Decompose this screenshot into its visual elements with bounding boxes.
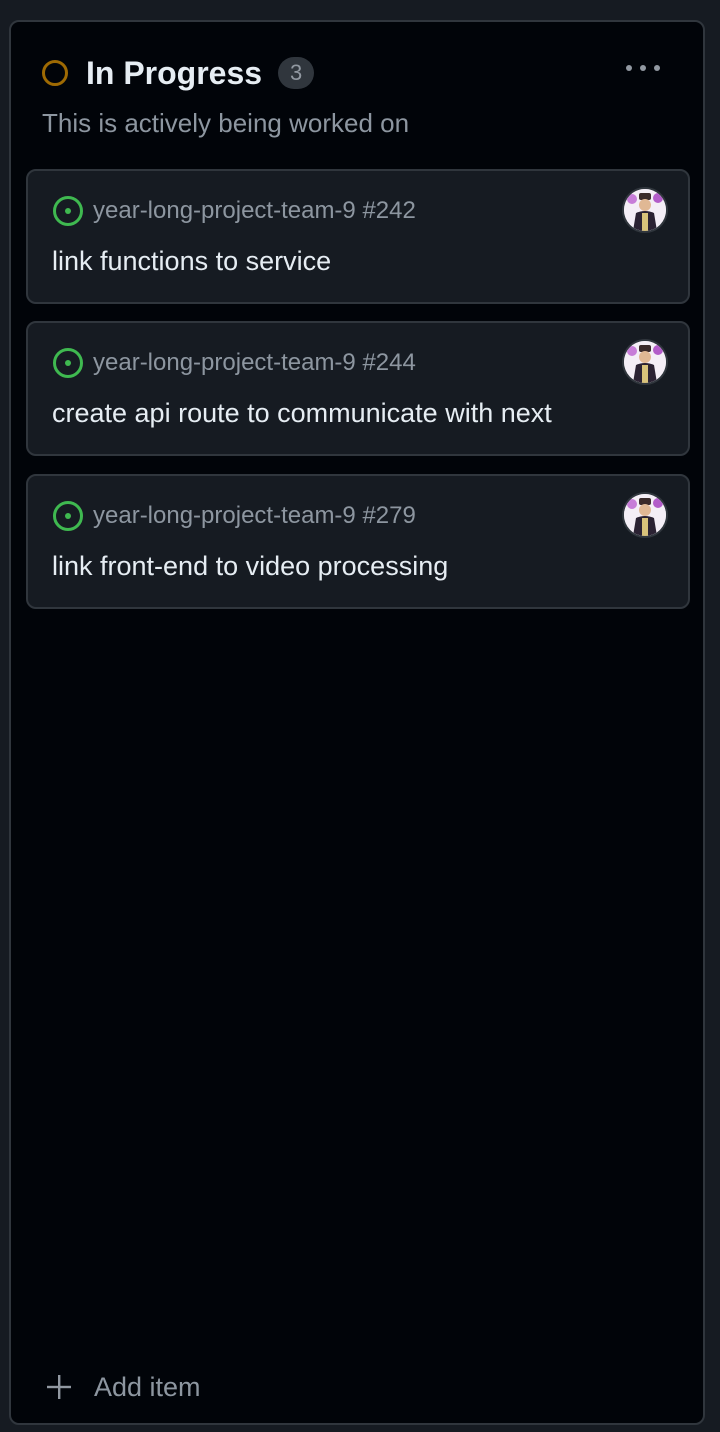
column-description: This is actively being worked on [42, 108, 410, 138]
assignee-avatar[interactable] [624, 341, 666, 383]
issue-title[interactable]: create api route to communicate with nex… [52, 395, 552, 431]
kebab-horizontal-icon [626, 65, 660, 71]
issue-opened-icon [52, 347, 84, 384]
issue-opened-icon [52, 195, 84, 232]
issue-reference[interactable]: year-long-project-team-9 #244 [93, 347, 416, 379]
plus-icon [47, 1375, 71, 1399]
issue-title[interactable]: link front-end to video processing [52, 548, 448, 584]
issue-opened-icon [52, 500, 84, 537]
assignee-avatar[interactable] [624, 494, 666, 536]
issue-reference[interactable]: year-long-project-team-9 #242 [93, 195, 416, 227]
add-item-label: Add item [94, 1371, 201, 1402]
column-header: In Progress 3 [42, 54, 315, 92]
add-item-button[interactable]: Add item [46, 1367, 201, 1407]
issue-title[interactable]: link functions to service [52, 243, 331, 279]
column-title: In Progress [86, 54, 263, 91]
board-column-in-progress: In Progress 3 This is actively being wor… [9, 20, 705, 1425]
column-menu-button[interactable] [619, 54, 667, 82]
assignee-avatar[interactable] [624, 189, 666, 231]
item-count-badge: 3 [278, 57, 315, 89]
issue-card[interactable]: year-long-project-team-9 #242 link funct… [26, 169, 690, 304]
status-circle-icon [42, 60, 68, 86]
issue-reference[interactable]: year-long-project-team-9 #279 [93, 500, 416, 532]
issue-card[interactable]: year-long-project-team-9 #279 link front… [26, 474, 690, 609]
issue-card[interactable]: year-long-project-team-9 #244 create api… [26, 321, 690, 456]
